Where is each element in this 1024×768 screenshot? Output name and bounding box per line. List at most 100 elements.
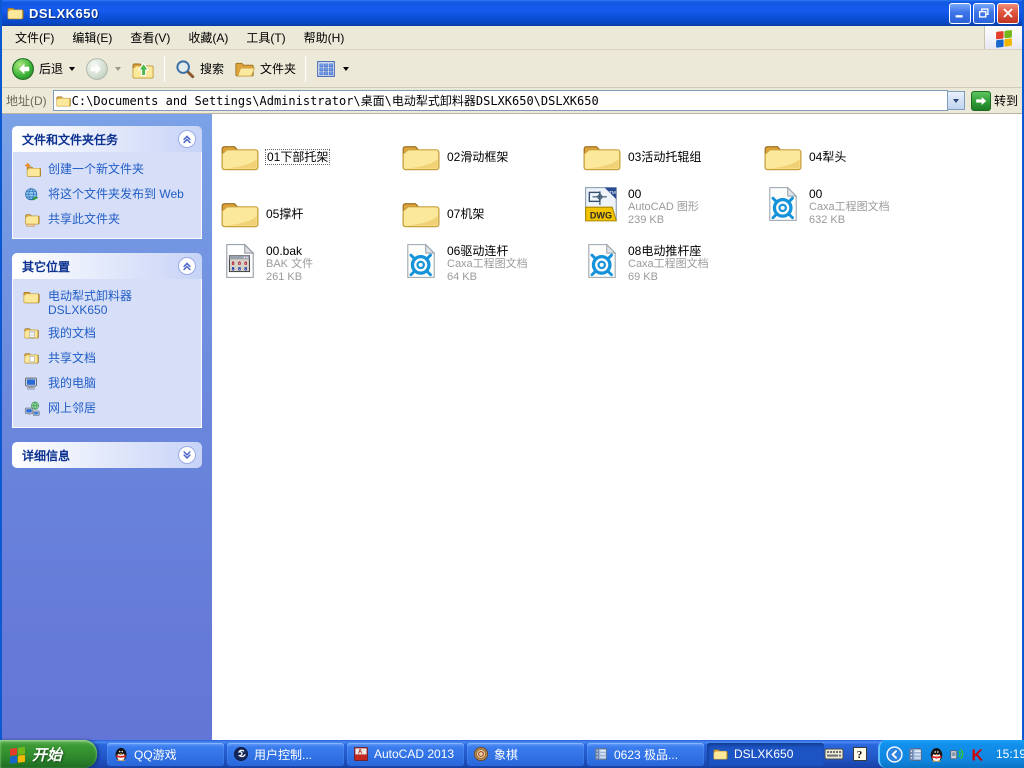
file-item-text: 03活动托辊组 [628,150,701,164]
taskbar-buttons: QQ游戏用户控制...AAutoCAD 2013象棋0623 极品...DSLX… [107,743,824,766]
help-icon[interactable]: ? [850,746,870,762]
folder-icon [582,138,622,176]
menubar: 文件(F)编辑(E)查看(V)收藏(A)工具(T)帮助(H) [2,26,1022,50]
up-button[interactable] [126,55,160,83]
close-button[interactable] [997,3,1019,24]
file-item-text: 01下部托架 [266,148,329,166]
sidebar-item-my-computer[interactable]: 我的电脑 [23,376,193,392]
back-icon [11,57,35,81]
caxa-file-icon [763,185,803,223]
menu-item-help[interactable]: 帮助(H) [295,26,354,49]
start-label: 开始 [32,744,62,765]
keyboard-icon[interactable] [824,746,844,762]
menu-item-favorites[interactable]: 收藏(A) [179,26,237,49]
chevron-left-icon[interactable] [886,746,903,763]
restore-button[interactable] [973,3,995,24]
panel-header-other-places[interactable]: 其它位置 [12,253,202,279]
sidebar-item-label: 网上邻居 [48,401,96,415]
kaspersky-icon[interactable]: K [970,746,987,763]
search-icon [174,58,196,80]
file-item[interactable]: 00Caxa工程图文档632 KB [763,185,939,242]
file-item-text: 05撑杆 [266,207,303,221]
audio-icon[interactable] [949,746,966,763]
chevron-down-icon[interactable] [178,446,196,464]
taskbar-button-qq-game[interactable]: QQ游戏 [107,743,224,766]
sidebar-item-shared-documents[interactable]: 共享文档 [23,351,193,367]
file-name: 03活动托辊组 [628,150,701,164]
sidebar-item-parent-folder[interactable]: 电动犁式卸料器 DSLXK650 [23,289,193,317]
file-name: 08电动推杆座 [628,244,709,258]
panel-header-details[interactable]: 详细信息 [12,442,202,468]
panel-header-file-tasks[interactable]: 文件和文件夹任务 [12,126,202,152]
sidebar-item-share-folder[interactable]: 共享此文件夹 [23,212,193,228]
file-item-text: 00.bakBAK 文件261 KB [266,244,313,284]
qq-icon[interactable] [928,746,945,763]
file-item[interactable]: 01下部托架 [220,128,396,185]
taskbar-pretray-icons: ? [824,746,878,762]
file-name: 01下部托架 [266,150,329,164]
sidebar-item-my-documents[interactable]: 我的文档 [23,326,193,342]
share-folder-icon [23,212,41,228]
up-folder-icon [131,57,155,81]
file-item-text: 08电动推杆座Caxa工程图文档69 KB [628,244,709,284]
file-list-area[interactable]: 01下部托架 02滑动框架 03活动托辊组 04犁头 05撑杆 07机架TMDWG00Au… [212,114,1022,740]
address-input-wrap [53,90,948,111]
file-item[interactable]: 07机架 [401,185,577,242]
sidebar-item-label: 创建一个新文件夹 [48,162,144,176]
file-item[interactable]: TMDWG00AutoCAD 图形239 KB [582,185,758,242]
forward-dropdown-caret [115,67,121,71]
file-item[interactable]: 05撑杆 [220,185,396,242]
taskbar-button-0623-list[interactable]: 0623 极品... [587,743,704,766]
file-item[interactable]: 03活动托辊组 [582,128,758,185]
minimize-button[interactable] [949,3,971,24]
file-item[interactable]: 04犁头 [763,128,939,185]
file-type: Caxa工程图文档 [628,258,709,271]
taskbar-button-dslxk650[interactable]: DSLXK650 [707,743,824,766]
sidebar-item-network-places[interactable]: 网上邻居 [23,401,193,417]
taskbar-button-autocad[interactable]: AAutoCAD 2013 [347,743,464,766]
folder-icon [763,138,803,176]
back-dropdown-caret[interactable] [69,67,75,71]
task-pane-sidebar: 文件和文件夹任务创建一个新文件夹将这个文件夹发布到 Web 共享此文件夹其它位置电… [2,114,212,740]
titlebar[interactable]: DSLXK650 [2,0,1022,26]
menu-item-file[interactable]: 文件(F) [6,26,63,49]
back-button[interactable]: 后退 [6,55,80,83]
taskbar-button-user-control[interactable]: 用户控制... [227,743,344,766]
start-button[interactable]: 开始 [0,740,97,768]
views-dropdown-caret[interactable] [343,67,349,71]
chevron-up-icon[interactable] [178,257,196,275]
forward-button[interactable] [80,55,126,83]
menu-item-view[interactable]: 查看(V) [121,26,179,49]
svg-text:A: A [358,750,363,756]
menu-item-edit[interactable]: 编辑(E) [63,26,121,49]
caxa-file-icon [582,242,622,280]
window-folder-icon [7,5,25,21]
search-button[interactable]: 搜索 [169,56,229,82]
file-name: 05撑杆 [266,207,303,221]
taskbar-button-chess[interactable]: 象棋 [467,743,584,766]
file-size: 261 KB [266,271,313,284]
explorer-window: DSLXK650 文件(F)编辑(E)查看(V)收藏(A)工具(T)帮助(H) … [0,0,1024,740]
address-input[interactable] [72,92,945,109]
back-label: 后退 [39,60,63,77]
chevron-up-icon[interactable] [178,130,196,148]
file-item[interactable]: 08电动推杆座Caxa工程图文档69 KB [582,242,758,299]
menu-item-tools[interactable]: 工具(T) [237,26,294,49]
go-button[interactable]: 转到 [971,91,1018,111]
folders-button[interactable]: 文件夹 [229,56,301,82]
views-button[interactable] [310,56,354,82]
svg-text:8 8 8: 8 8 8 [232,267,248,273]
address-dropdown-button[interactable] [948,91,965,110]
file-item[interactable]: 06驱动连杆Caxa工程图文档64 KB [401,242,577,299]
file-item[interactable]: 8 8 88 8 800.bakBAK 文件261 KB [220,242,396,299]
chess-icon [473,746,489,762]
folder-small-icon [23,289,41,305]
dwg-file-icon: TMDWG [582,185,622,223]
file-size: 64 KB [447,271,528,284]
search-label: 搜索 [200,60,224,77]
folder-icon [401,195,441,233]
media-list-icon[interactable] [907,746,924,763]
file-item[interactable]: 02滑动框架 [401,128,577,185]
sidebar-item-new-folder[interactable]: 创建一个新文件夹 [23,162,193,178]
sidebar-item-publish-web[interactable]: 将这个文件夹发布到 Web [23,187,193,203]
